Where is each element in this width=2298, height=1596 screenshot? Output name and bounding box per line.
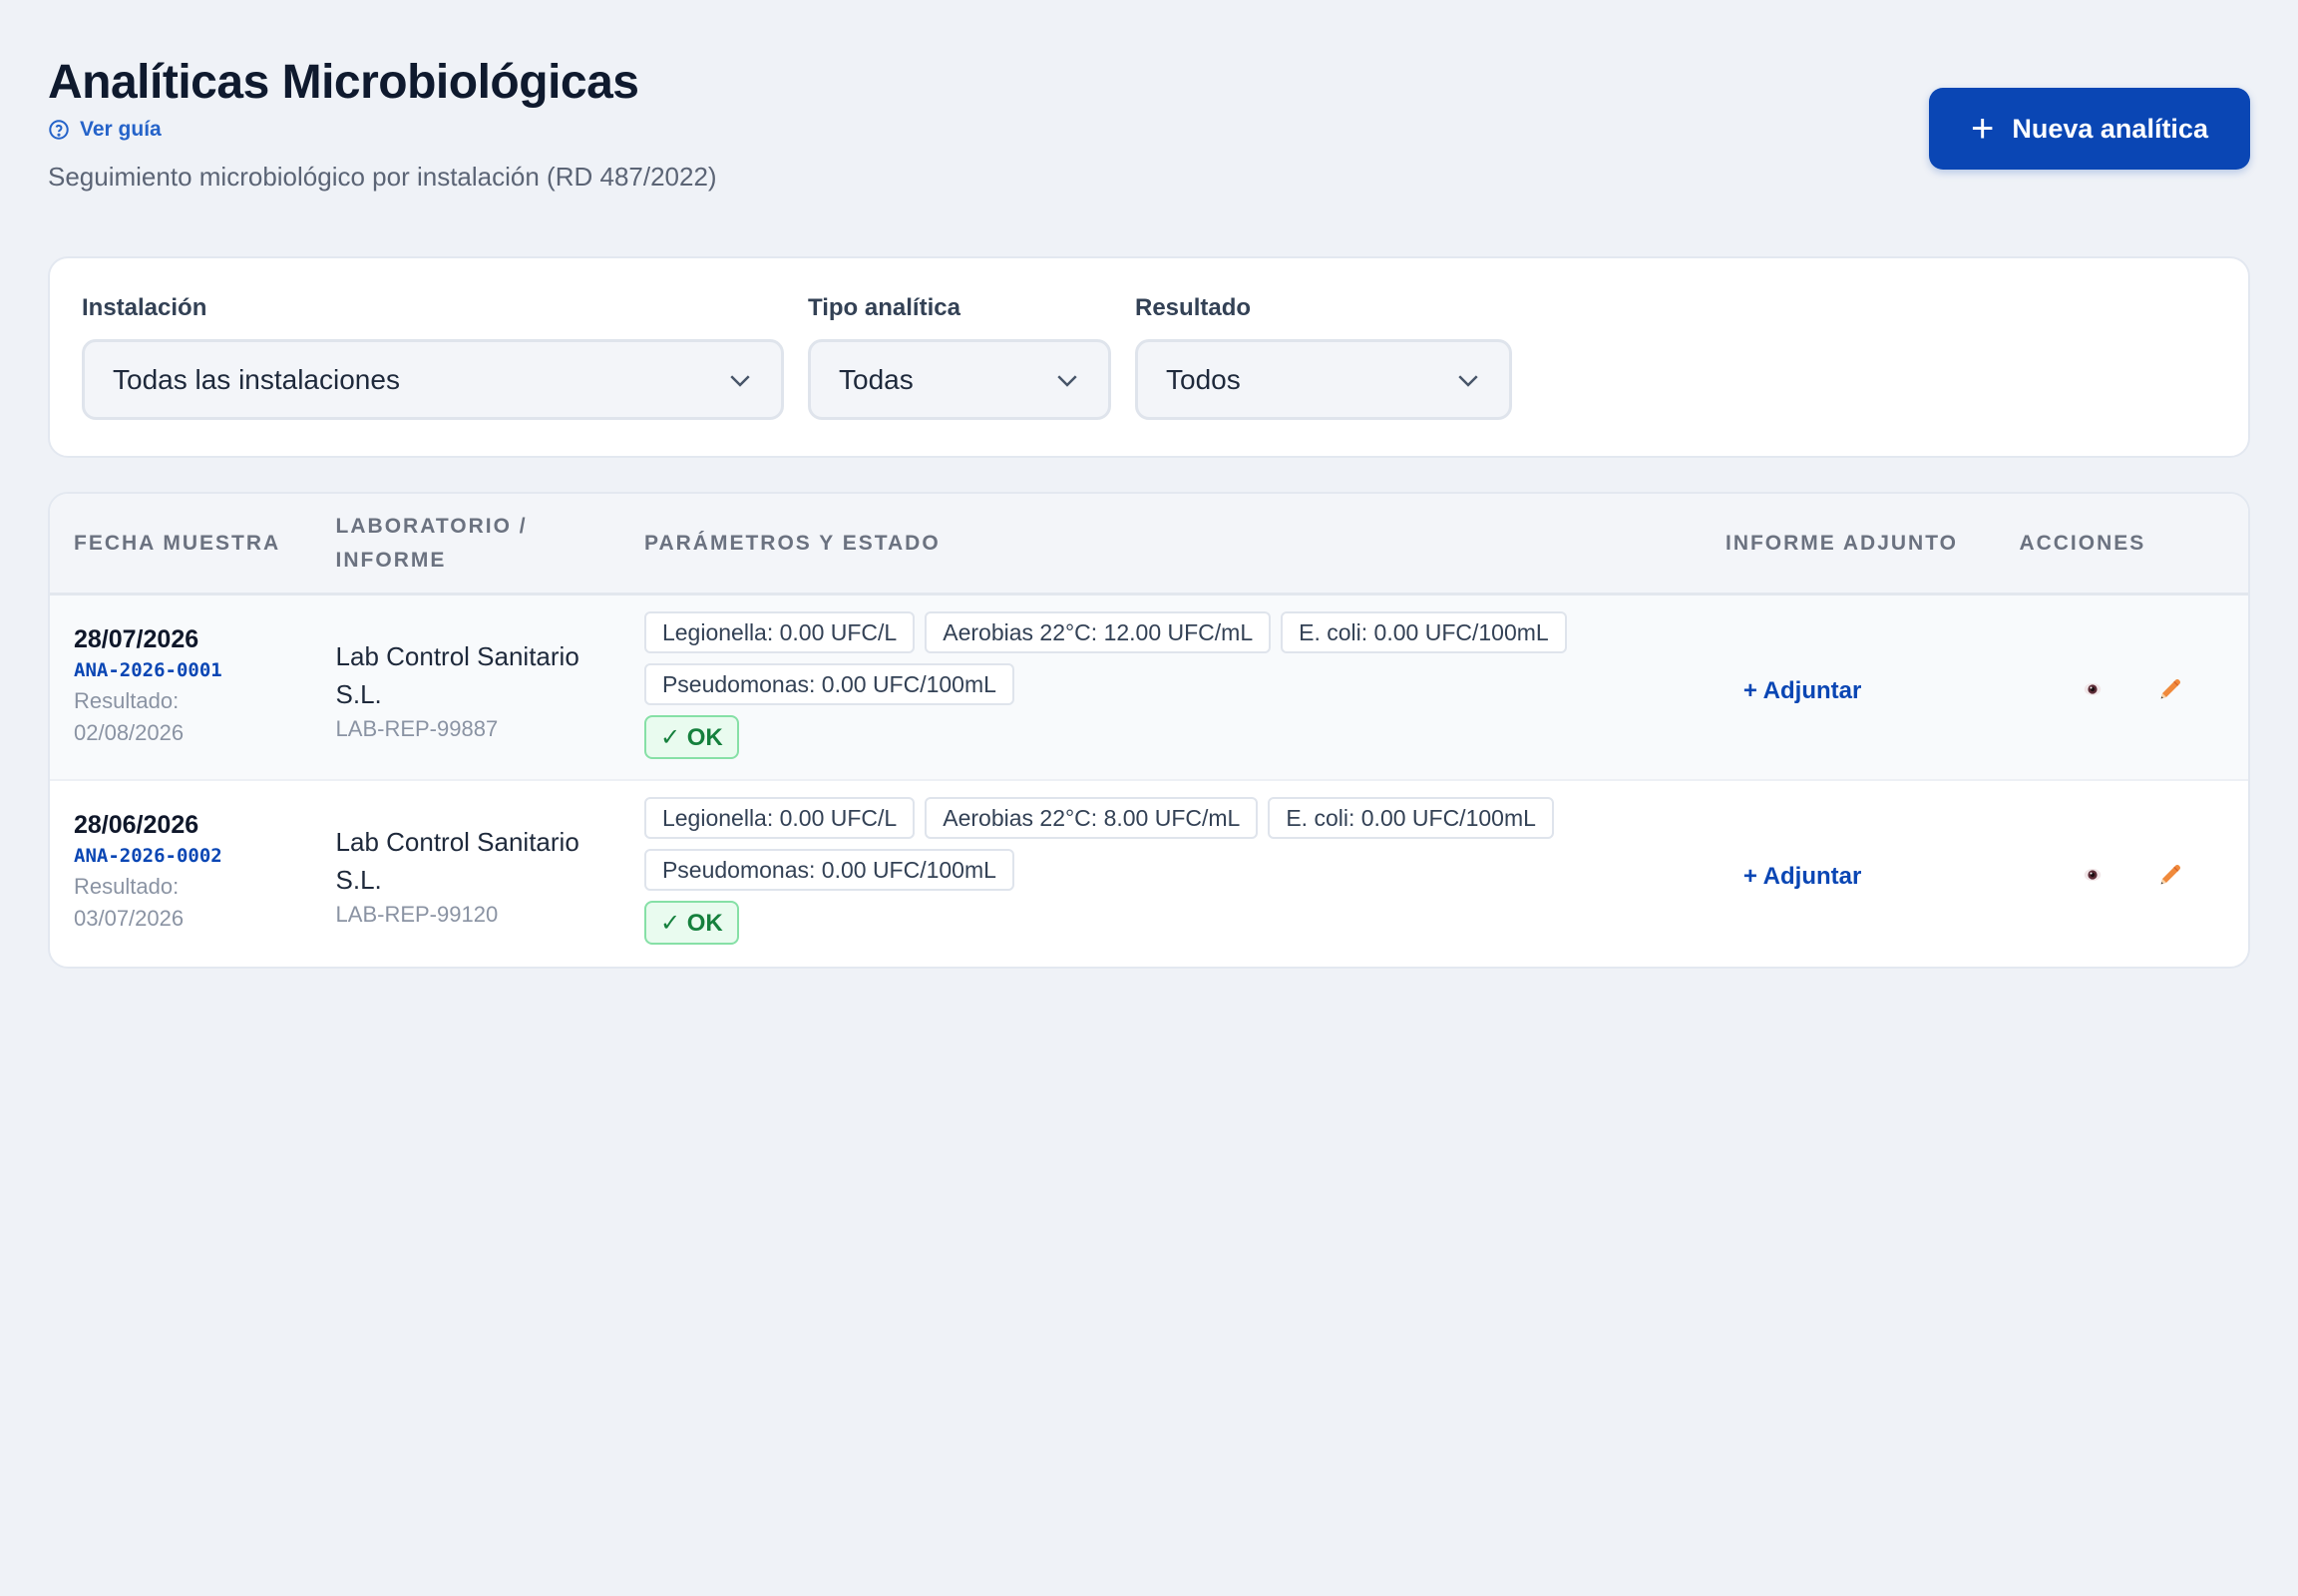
eye-icon: [2085, 683, 2102, 695]
result-label: Resultado:: [74, 874, 180, 899]
report-code: LAB-REP-99887: [335, 716, 499, 741]
plus-icon: +: [1971, 107, 1995, 151]
table-row: 28/07/2026 ANA-2026-0001 Resultado: 02/0…: [50, 596, 2248, 781]
table-row: 28/06/2026 ANA-2026-0002 Resultado: 03/0…: [50, 781, 2248, 967]
date-cell: 28/06/2026 ANA-2026-0002 Resultado: 03/0…: [50, 781, 312, 935]
status-badge: ✓ OK: [643, 901, 739, 945]
report-code: LAB-REP-99120: [335, 902, 499, 927]
table-header: FECHA MUESTRA LABORATORIO / INFORME PARÁ…: [50, 494, 2248, 596]
filter-type-label: Tipo analítica: [808, 294, 960, 321]
analysis-code: ANA-2026-0001: [74, 659, 222, 681]
pencil-icon: [2160, 864, 2181, 885]
lab-name: Lab Control Sanitario S.L.: [335, 827, 579, 895]
filter-result-label: Resultado: [1135, 294, 1252, 321]
column-header-lab: LABORATORIO / INFORME: [335, 514, 528, 572]
result-label: Resultado:: [74, 688, 180, 713]
param-chip: Pseudomonas: 0.00 UFC/100mL: [643, 849, 1014, 891]
filter-installation-label: Instalación: [82, 294, 207, 321]
guide-link-label: Ver guía: [80, 118, 162, 141]
new-analysis-label: Nueva analítica: [2012, 113, 2208, 144]
lab-name: Lab Control Sanitario S.L.: [335, 641, 579, 709]
page-subtitle: Seguimiento microbiológico por instalaci…: [48, 162, 717, 192]
column-header-date: FECHA MUESTRA: [74, 531, 281, 555]
lab-cell: Lab Control Sanitario S.L. LAB-REP-99887: [312, 596, 620, 745]
installation-select[interactable]: Todas las instalaciones: [82, 339, 784, 420]
analyses-table: FECHA MUESTRA LABORATORIO / INFORME PARÁ…: [48, 492, 2250, 969]
attach-button[interactable]: + Adjuntar: [1743, 863, 1861, 890]
column-header-params: PARÁMETROS Y ESTADO: [644, 531, 941, 555]
installation-select-value: Todas las instalaciones: [113, 363, 400, 395]
param-chip: Legionella: 0.00 UFC/L: [643, 797, 916, 839]
result-select-value: Todos: [1166, 363, 1241, 395]
attachment-cell: + Adjuntar: [1725, 596, 2019, 705]
param-chip: E. coli: 0.00 UFC/100mL: [1281, 611, 1567, 653]
params-cell: Legionella: 0.00 UFC/L Aerobias 22°C: 8.…: [620, 781, 1725, 945]
attachment-cell: + Adjuntar: [1725, 781, 2019, 891]
chevron-down-icon: [1057, 374, 1077, 387]
column-header-attachment: INFORME ADJUNTO: [1724, 531, 1958, 555]
page-title: Analíticas Microbiológicas: [48, 56, 639, 109]
view-button[interactable]: [2077, 673, 2108, 705]
pencil-icon: [2160, 678, 2181, 699]
filter-installation: Instalación Todas las instalaciones: [82, 294, 784, 420]
param-chip: Aerobias 22°C: 8.00 UFC/mL: [925, 797, 1259, 839]
chevron-down-icon: [1458, 374, 1478, 387]
edit-button[interactable]: [2154, 859, 2186, 891]
filter-result: Resultado Todos: [1135, 294, 1512, 420]
guide-link[interactable]: Ver guía: [48, 118, 162, 142]
eye-icon: [2085, 869, 2102, 881]
page-header: Analíticas Microbiológicas Ver guía Segu…: [48, 48, 2250, 207]
status-badge: ✓ OK: [643, 715, 739, 759]
attach-button[interactable]: + Adjuntar: [1743, 677, 1861, 704]
column-header-actions: ACCIONES: [2019, 531, 2146, 555]
params-cell: Legionella: 0.00 UFC/L Aerobias 22°C: 12…: [620, 596, 1725, 759]
param-chip: Pseudomonas: 0.00 UFC/100mL: [643, 663, 1014, 705]
param-chips: Legionella: 0.00 UFC/L Aerobias 22°C: 8.…: [643, 797, 1642, 891]
help-circle-icon: [49, 120, 69, 140]
actions-cell: [2019, 781, 2248, 891]
param-chip: E. coli: 0.00 UFC/100mL: [1268, 797, 1554, 839]
filter-type: Tipo analítica Todas: [808, 294, 1111, 420]
param-chip: Legionella: 0.00 UFC/L: [643, 611, 916, 653]
actions-cell: [2019, 596, 2248, 705]
param-chips: Legionella: 0.00 UFC/L Aerobias 22°C: 12…: [643, 611, 1642, 705]
page: Analíticas Microbiológicas Ver guía Segu…: [48, 48, 2250, 969]
new-analysis-button[interactable]: + Nueva analítica: [1929, 88, 2250, 170]
analysis-code: ANA-2026-0002: [74, 845, 222, 867]
date-cell: 28/07/2026 ANA-2026-0001 Resultado: 02/0…: [50, 596, 312, 749]
result-date: 02/08/2026: [74, 720, 185, 745]
result-select[interactable]: Todos: [1135, 339, 1512, 420]
result-date: 03/07/2026: [74, 906, 185, 931]
filters-panel: Instalación Todas las instalaciones Tipo…: [48, 256, 2250, 458]
chevron-down-icon: [730, 374, 750, 387]
sample-date: 28/06/2026: [74, 811, 199, 839]
sample-date: 28/07/2026: [74, 625, 199, 653]
view-button[interactable]: [2077, 859, 2108, 891]
param-chip: Aerobias 22°C: 12.00 UFC/mL: [925, 611, 1272, 653]
edit-button[interactable]: [2154, 673, 2186, 705]
type-select-value: Todas: [839, 363, 914, 395]
lab-cell: Lab Control Sanitario S.L. LAB-REP-99120: [312, 781, 620, 931]
type-select[interactable]: Todas: [808, 339, 1111, 420]
